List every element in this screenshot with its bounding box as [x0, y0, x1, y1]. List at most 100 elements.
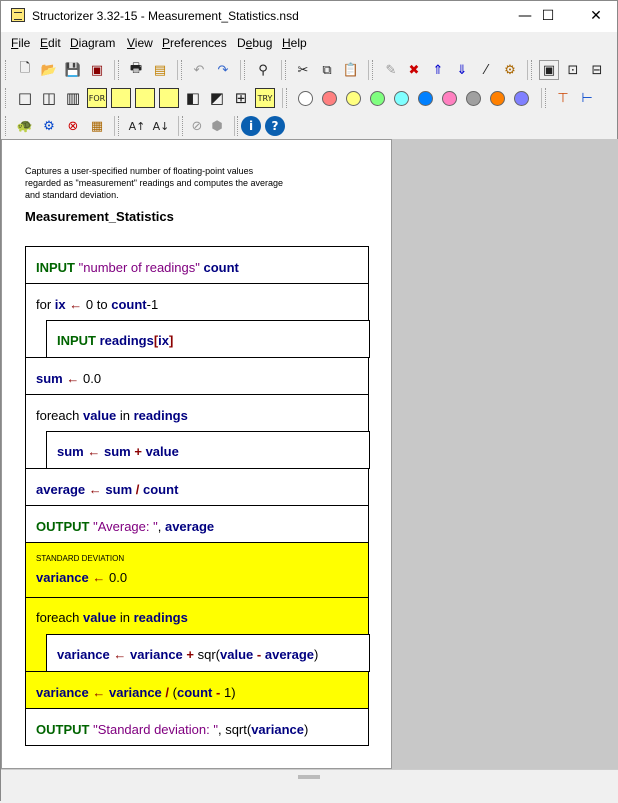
foreach-sum-element[interactable]: foreach value in readings sum ← sum + va…	[25, 394, 370, 469]
right-paren: )	[303, 722, 309, 737]
new-icon[interactable]: 🗋	[15, 60, 35, 80]
parallel-icon[interactable]: ⊞	[231, 88, 251, 108]
toolbar-grip[interactable]	[372, 60, 376, 80]
info-icon[interactable]: i	[241, 116, 261, 136]
menu-preferences[interactable]: Preferences	[162, 36, 227, 50]
color-white-button[interactable]	[298, 91, 313, 106]
color-gray-button[interactable]	[466, 91, 481, 106]
toolbar-grip[interactable]	[286, 88, 290, 108]
keyword-foreach: foreach	[36, 610, 80, 625]
menu-diagram[interactable]: Diagram	[70, 36, 115, 50]
menu-edit[interactable]: Edit	[40, 36, 61, 50]
variable-ix: ix	[54, 297, 66, 312]
turtle-icon[interactable]: 🐢	[15, 116, 35, 136]
open-icon[interactable]: 📂	[39, 60, 59, 80]
try-icon[interactable]: TRY	[255, 88, 275, 108]
variance-divide-element[interactable]: variance ← variance / (count - 1)	[25, 671, 369, 709]
for-loop-element[interactable]: for ix ← 0 to count-1 INPUT readings[ix]	[25, 283, 370, 358]
print-icon[interactable]: 🖶	[126, 60, 146, 80]
toolbar-grip[interactable]	[181, 60, 185, 80]
input-readings-element[interactable]: INPUT readings[ix]	[46, 320, 370, 358]
maximize-button[interactable]: ☐	[525, 1, 571, 32]
color-orange-button[interactable]	[490, 91, 505, 106]
menu-view[interactable]: View	[127, 36, 153, 50]
variance-accumulate-element[interactable]: variance ← variance + sqr(value - averag…	[46, 634, 370, 672]
forever-loop-icon[interactable]	[159, 88, 179, 108]
splitter-handle[interactable]	[298, 775, 320, 779]
diagram-title[interactable]: Measurement_Statistics	[25, 209, 174, 224]
alternative-icon[interactable]: ◫	[39, 88, 59, 108]
toolbar-grip[interactable]	[5, 88, 9, 108]
menu-help[interactable]: Help	[282, 36, 307, 50]
structure-tree-icon[interactable]: ⊢	[577, 88, 597, 108]
for-loop-icon[interactable]: FOR	[87, 88, 107, 108]
zoom-in-icon[interactable]: ⊡	[563, 60, 583, 80]
export-picture-icon[interactable]: ▤	[150, 60, 170, 80]
color-red-button[interactable]	[322, 91, 337, 106]
while-loop-icon[interactable]	[111, 88, 131, 108]
call-icon[interactable]: ◧	[183, 88, 203, 108]
jump-icon[interactable]: ◩	[207, 88, 227, 108]
move-up-icon[interactable]: ⇑	[428, 60, 448, 80]
undo-icon[interactable]: ↶	[189, 60, 209, 80]
output-stddev-element[interactable]: OUTPUT "Standard deviation: ", sqrt(vari…	[25, 708, 369, 746]
save-all-icon[interactable]: ▣	[87, 60, 107, 80]
toolbar-grip[interactable]	[182, 116, 186, 136]
breakpoint-icon[interactable]: ▦	[87, 116, 107, 136]
cut-icon[interactable]: ✂	[293, 60, 313, 80]
instruction-icon[interactable]: □	[15, 88, 35, 108]
stop-icon[interactable]: ⊗	[63, 116, 83, 136]
repeat-loop-icon[interactable]	[135, 88, 155, 108]
redo-icon[interactable]: ↷	[213, 60, 233, 80]
move-down-icon[interactable]: ⇓	[452, 60, 472, 80]
comment-icon[interactable]: ✎	[381, 60, 401, 80]
toolbar-grip[interactable]	[244, 60, 248, 80]
color-cyan-button[interactable]	[394, 91, 409, 106]
delete-icon[interactable]: ✖	[404, 60, 424, 80]
expand-icon[interactable]: ⬢	[207, 116, 227, 136]
collapse-icon[interactable]: ⊘	[187, 116, 207, 136]
operator-plus: +	[134, 444, 142, 459]
menu-file[interactable]: File	[11, 36, 30, 50]
copy-icon[interactable]: ⧉	[317, 60, 337, 80]
toolbar-grip[interactable]	[118, 60, 122, 80]
menu-debug[interactable]: Debug	[237, 36, 272, 50]
close-button[interactable]: ✕	[573, 1, 618, 32]
sum-init-element[interactable]: sum ← 0.0	[25, 357, 369, 395]
output-string: "Standard deviation: "	[93, 722, 218, 737]
help-icon[interactable]: ?	[265, 116, 285, 136]
output-average-element[interactable]: OUTPUT "Average: ", average	[25, 505, 369, 543]
magic-wand-icon[interactable]: ⁄	[476, 60, 496, 80]
function-sqrt: sqrt(	[225, 722, 252, 737]
toolbar-grip[interactable]	[531, 60, 535, 80]
font-down-icon[interactable]: A↓	[151, 116, 171, 136]
average-element[interactable]: average ← sum / count	[25, 468, 369, 506]
paste-icon[interactable]: 📋	[341, 60, 361, 80]
toolbar-grip[interactable]	[118, 116, 122, 136]
variance-init-element[interactable]: STANDARD DEVIATION variance ← 0.0	[25, 542, 369, 598]
save-icon[interactable]: 💾	[63, 60, 83, 80]
font-up-icon[interactable]: A↑	[127, 116, 147, 136]
run-icon[interactable]: ⚙	[39, 116, 59, 136]
color-yellow-button[interactable]	[346, 91, 361, 106]
analyser-icon[interactable]: ⚙	[500, 60, 520, 80]
zoom-out-icon[interactable]: ⊟	[587, 60, 607, 80]
toolbar-grip[interactable]	[285, 60, 289, 80]
case-icon[interactable]: ▥	[63, 88, 83, 108]
color-blue-button[interactable]	[418, 91, 433, 106]
variable-value: value	[220, 647, 254, 662]
toolbar-grip[interactable]	[5, 60, 9, 80]
sum-accumulate-element[interactable]: sum ← sum + value	[46, 431, 370, 469]
input-count-element[interactable]: INPUT "number of readings" count	[25, 246, 369, 284]
zoom-fit-icon[interactable]: ▣	[539, 60, 559, 80]
find-icon[interactable]: ⚲	[253, 60, 273, 80]
color-violet-button[interactable]	[514, 91, 529, 106]
toolbar-grip[interactable]	[5, 116, 9, 136]
variable-readings: readings	[99, 333, 154, 348]
color-green-button[interactable]	[370, 91, 385, 106]
structure-preferences-icon[interactable]: ⊤	[553, 88, 573, 108]
foreach-variance-element[interactable]: foreach value in readings variance ← var…	[25, 597, 370, 672]
color-pink-button[interactable]	[442, 91, 457, 106]
assign-arrow: ←	[87, 444, 101, 459]
toolbar-grip[interactable]	[545, 88, 549, 108]
